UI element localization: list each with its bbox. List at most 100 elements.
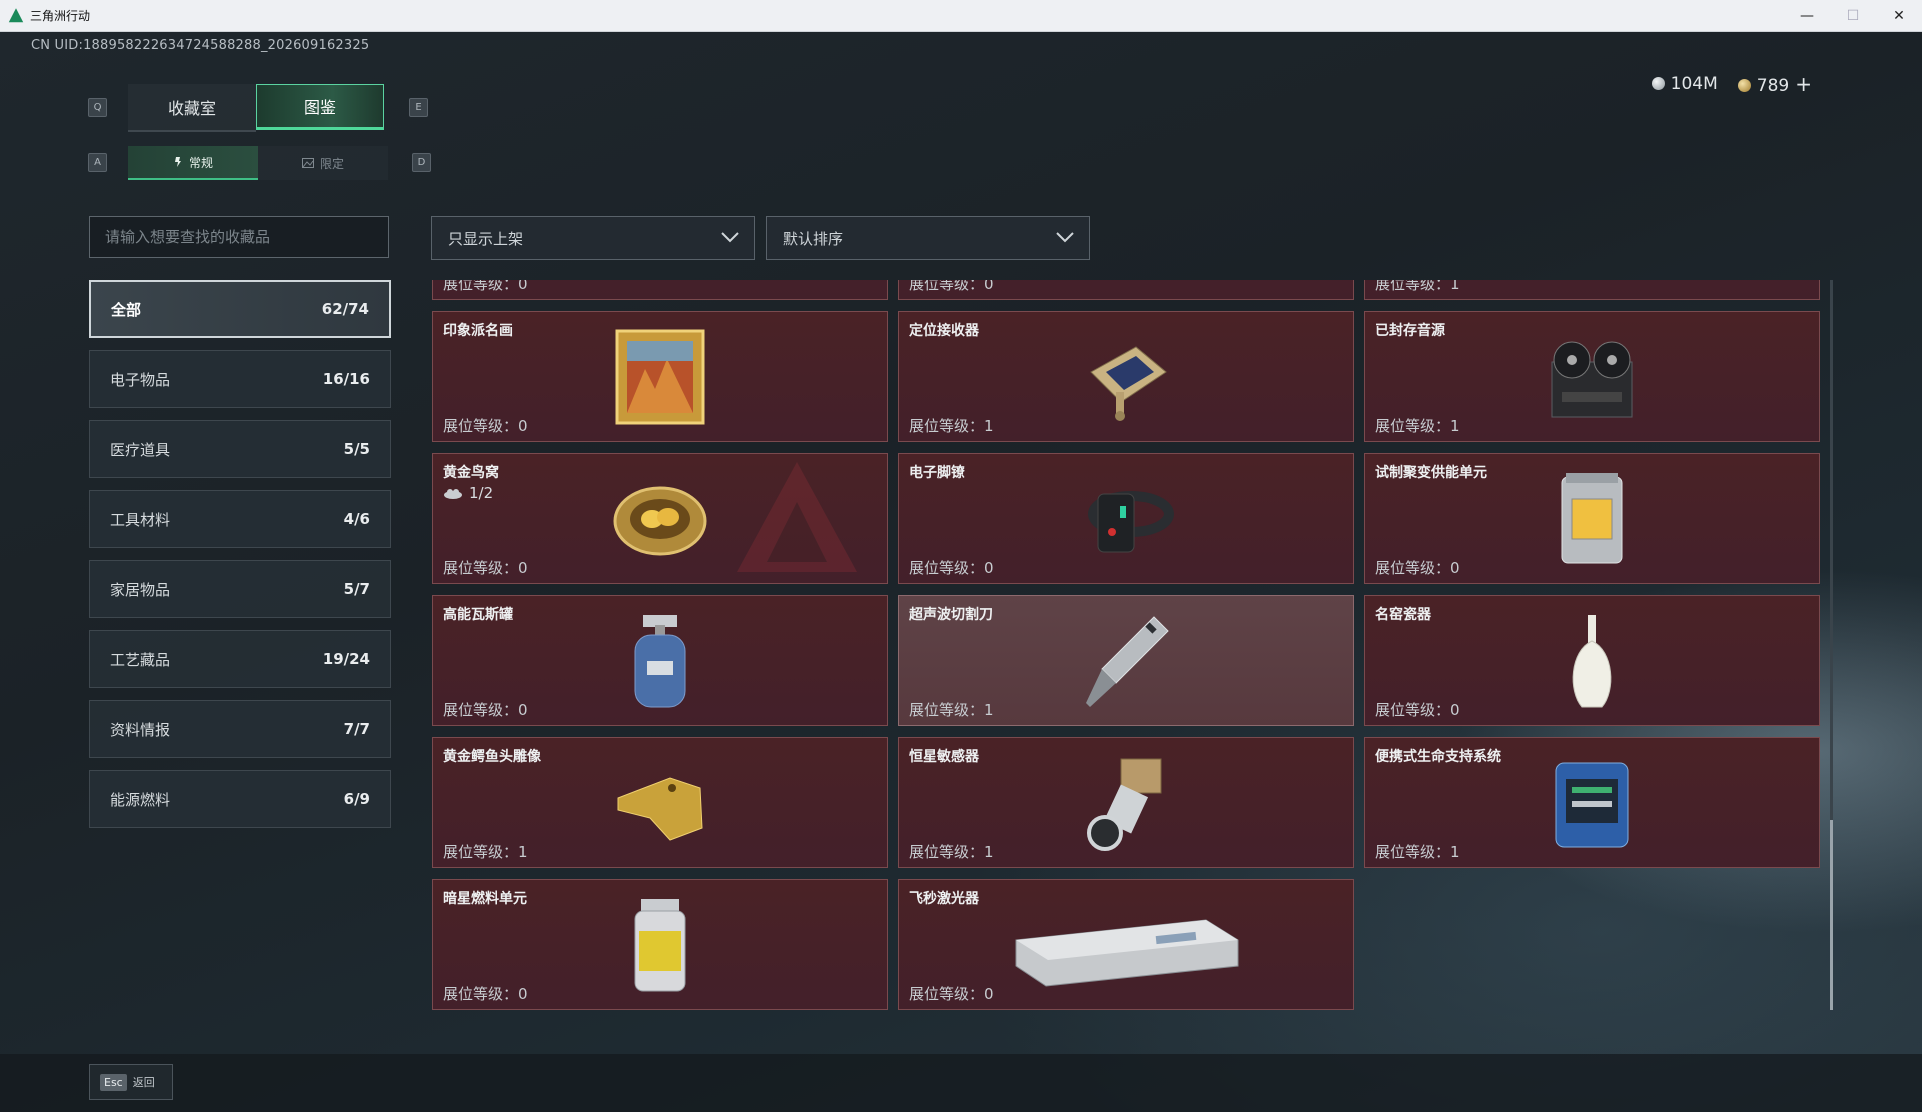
category-tools[interactable]: 工具材料 4/6 (89, 490, 391, 548)
category-medical[interactable]: 医疗道具 5/5 (89, 420, 391, 478)
window-title: 三角洲行动 (30, 9, 91, 23)
gold-amount: 789 (1756, 76, 1790, 96)
watermark-logo-icon (737, 462, 857, 572)
item-card-impressionist-painting[interactable]: 印象派名画 展位等级：0 (432, 311, 888, 442)
image-icon (301, 158, 314, 168)
ankle-monitor-icon (1061, 464, 1191, 574)
window-controls: — ☐ ✕ (1784, 0, 1922, 31)
key-hint-q: Q (88, 98, 107, 117)
key-hint-e: E (409, 98, 428, 117)
item-card-femtosecond-laser[interactable]: 飞秒激光器 展位等级：0 (898, 879, 1354, 1010)
search-input[interactable] (89, 216, 389, 258)
category-intel[interactable]: 资料情报 7/7 (89, 700, 391, 758)
subtab-regular[interactable]: 常规 (128, 146, 258, 180)
add-currency-button[interactable]: + (1795, 72, 1812, 96)
main-tabs: 收藏室 图鉴 (128, 84, 384, 132)
item-card-ankle-monitor[interactable]: 电子脚镣 展位等级：0 (898, 453, 1354, 584)
item-name: 印象派名画 (443, 323, 513, 339)
sort-value: 默认排序 (783, 229, 844, 248)
category-all[interactable]: 全部 62/74 (89, 280, 391, 338)
category-count: 7/7 (343, 720, 370, 738)
category-household[interactable]: 家居物品 5/7 (89, 560, 391, 618)
category-count: 19/24 (322, 650, 370, 668)
shelf-filter-value: 只显示上架 (448, 229, 524, 248)
booth-level: 展位等级：0 (1375, 559, 1460, 577)
booth-level: 展位等级：1 (443, 843, 528, 861)
item-name: 已封存音源 (1375, 323, 1445, 339)
category-count: 6/9 (343, 790, 370, 808)
tab-catalog[interactable]: 图鉴 (256, 84, 384, 130)
golden-nest-icon (595, 464, 725, 574)
category-label: 资料情报 (110, 720, 171, 739)
back-label: 返回 (132, 1076, 155, 1089)
item-name: 飞秒激光器 (909, 891, 979, 907)
item-card[interactable]: 展位等级：0 (898, 280, 1354, 300)
category-label: 医疗道具 (110, 440, 171, 459)
item-card-gold-crocodile[interactable]: 黄金鳄鱼头雕像 展位等级：1 (432, 737, 888, 868)
category-fuel[interactable]: 能源燃料 6/9 (89, 770, 391, 828)
currency-bar: 104M 789 + (1651, 72, 1812, 96)
booth-level: 展位等级：1 (909, 843, 994, 861)
item-card[interactable]: 展位等级：1 (1364, 280, 1820, 300)
gold-coin-icon (1737, 79, 1751, 92)
footer-bar (0, 1054, 1922, 1112)
category-label: 家居物品 (110, 580, 171, 599)
item-grid: 展位等级：0 展位等级：0 展位等级：1 印象派名画 展位等级：0 定位接收器 … (430, 280, 1830, 1010)
booth-level: 展位等级：0 (909, 559, 994, 577)
subtab-regular-label: 常规 (188, 155, 213, 170)
subtab-limited[interactable]: 限定 (258, 146, 388, 180)
category-electronics[interactable]: 电子物品 16/16 (89, 350, 391, 408)
item-name: 高能瓦斯罐 (443, 607, 513, 623)
maximize-button[interactable]: ☐ (1830, 0, 1876, 31)
gas-canister-icon (595, 606, 725, 716)
item-name: 定位接收器 (909, 323, 979, 339)
regular-icon (174, 157, 181, 167)
esc-key-hint: Esc (100, 1073, 127, 1091)
tab-collection-room[interactable]: 收藏室 (128, 84, 256, 132)
minimize-button[interactable]: — (1784, 0, 1830, 31)
category-label: 电子物品 (110, 370, 171, 389)
item-card[interactable]: 展位等级：0 (432, 280, 888, 300)
collection-icon (444, 489, 462, 499)
booth-level: 展位等级：1 (1375, 280, 1460, 293)
item-card-gps-receiver[interactable]: 定位接收器 展位等级：1 (898, 311, 1354, 442)
close-button[interactable]: ✕ (1876, 0, 1922, 31)
item-card-gas-canister[interactable]: 高能瓦斯罐 展位等级：0 (432, 595, 888, 726)
ultrasonic-cutter-icon (1061, 606, 1191, 716)
sub-tabs: 常规 限定 (128, 146, 388, 180)
subtab-limited-label: 限定 (319, 156, 344, 171)
booth-level: 展位等级：0 (443, 559, 528, 577)
sort-dropdown[interactable]: 默认排序 (766, 216, 1090, 260)
item-name: 超声波切割刀 (909, 607, 993, 623)
category-crafts[interactable]: 工艺藏品 19/24 (89, 630, 391, 688)
item-card-porcelain[interactable]: 名窑瓷器 展位等级：0 (1364, 595, 1820, 726)
category-count: 4/6 (343, 510, 370, 528)
booth-level: 展位等级：0 (443, 417, 528, 435)
item-card-star-sensor[interactable]: 恒星敏感器 展位等级：1 (898, 737, 1354, 868)
item-card-sealed-audio[interactable]: 已封存音源 展位等级：1 (1364, 311, 1820, 442)
item-name: 名窑瓷器 (1375, 607, 1431, 623)
back-button[interactable]: Esc 返回 (89, 1064, 173, 1100)
shelf-filter-dropdown[interactable]: 只显示上架 (431, 216, 755, 260)
item-card-fusion-cell[interactable]: 试制聚变供能单元 展位等级：0 (1364, 453, 1820, 584)
grid-scrollbar[interactable] (1830, 280, 1833, 1010)
item-card-ultrasonic-cutter[interactable]: 超声波切割刀 展位等级：1 (898, 595, 1354, 726)
key-hint-a: A (88, 153, 107, 172)
chevron-down-icon (721, 232, 739, 243)
item-card-golden-nest[interactable]: 黄金鸟窝 1/2 展位等级：0 (432, 453, 888, 584)
booth-level: 展位等级：0 (443, 985, 528, 1003)
app-logo-icon (8, 8, 24, 23)
gold-currency: 789 + (1737, 72, 1812, 96)
item-name: 黄金鸟窝 (443, 465, 499, 481)
femtosecond-laser-icon (1006, 890, 1246, 1000)
booth-level: 展位等级：0 (1375, 701, 1460, 719)
item-name: 黄金鳄鱼头雕像 (443, 749, 541, 765)
category-count: 5/5 (343, 440, 370, 458)
booth-level: 展位等级：0 (443, 701, 528, 719)
item-card-life-support[interactable]: 便携式生命支持系统 展位等级：1 (1364, 737, 1820, 868)
chevron-down-icon (1056, 232, 1074, 243)
scrollbar-thumb[interactable] (1830, 820, 1833, 1010)
item-card-dark-star-fuel[interactable]: 暗星燃料单元 展位等级：0 (432, 879, 888, 1010)
life-support-icon (1527, 748, 1657, 858)
fusion-cell-icon (1527, 464, 1657, 574)
